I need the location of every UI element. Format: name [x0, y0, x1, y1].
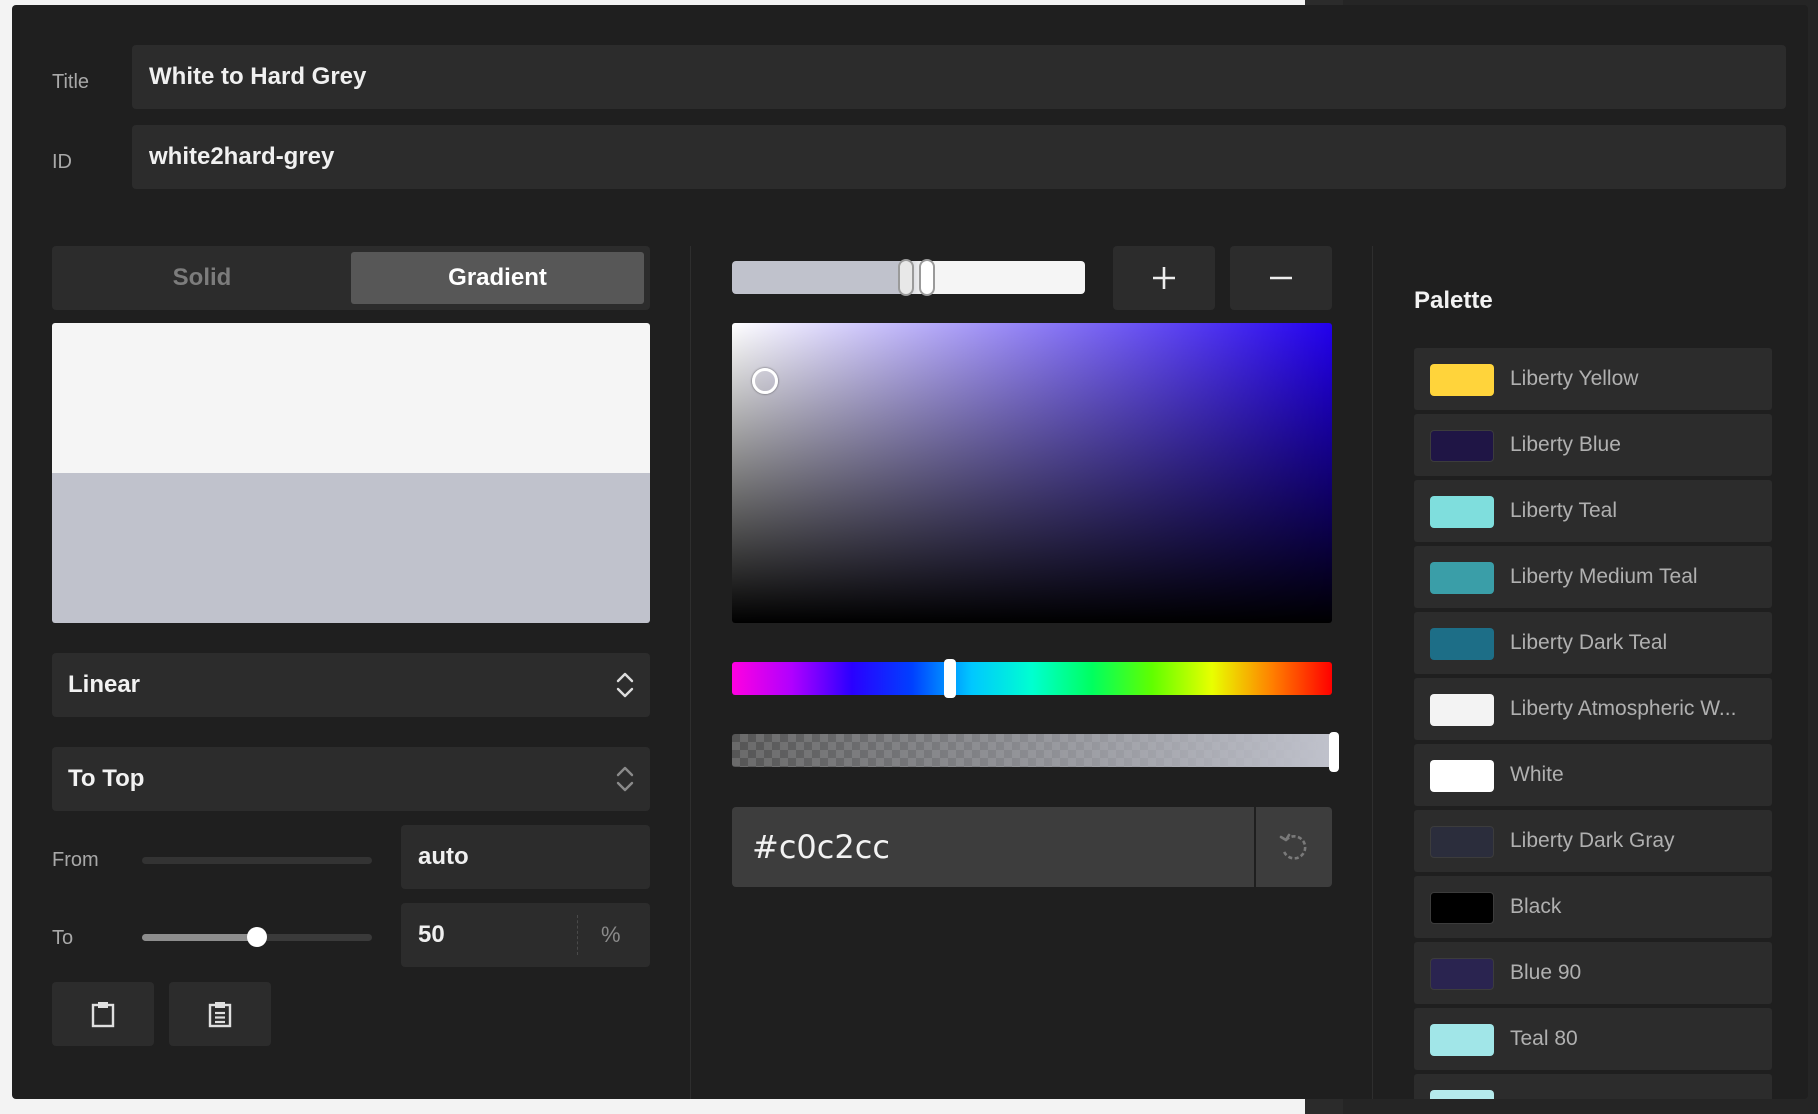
- palette-item[interactable]: Liberty Blue: [1414, 414, 1772, 476]
- preview-color-top: [52, 323, 650, 473]
- palette-item-name: Liberty Dark Gray: [1510, 829, 1675, 852]
- paste-button[interactable]: [169, 982, 271, 1046]
- palette-item-name: White: [1510, 763, 1564, 786]
- palette-item[interactable]: Liberty Teal: [1414, 480, 1772, 542]
- palette-swatch: [1430, 694, 1494, 726]
- palette-item-name: Blue 90: [1510, 961, 1582, 984]
- palette-item[interactable]: Liberty Atmospheric W...: [1414, 678, 1772, 740]
- palette-item[interactable]: Black: [1414, 876, 1772, 938]
- color-picker-cursor[interactable]: [752, 368, 778, 394]
- title-input[interactable]: White to Hard Grey: [132, 45, 1786, 109]
- reset-color-button[interactable]: [1256, 807, 1332, 887]
- from-input[interactable]: auto: [401, 825, 650, 889]
- to-unit: %: [601, 922, 621, 947]
- palette-swatch: [1430, 826, 1494, 858]
- palette-item[interactable]: Liberty Yellow: [1414, 348, 1772, 410]
- palette-item-name: Liberty Atmospheric W...: [1510, 697, 1737, 720]
- gradient-direction-select[interactable]: To Top: [52, 747, 650, 811]
- minus-icon: [1270, 276, 1292, 280]
- palette-item[interactable]: Liberty Dark Teal: [1414, 612, 1772, 674]
- from-slider[interactable]: [142, 857, 372, 864]
- plus-icon: [1153, 267, 1175, 289]
- palette-swatch: [1430, 562, 1494, 594]
- preview-color-bottom: [52, 473, 650, 623]
- alpha-gradient: [732, 734, 1332, 767]
- palette-item-name: Liberty Yellow: [1510, 367, 1639, 390]
- id-label: ID: [52, 151, 72, 173]
- remove-stop-button[interactable]: [1230, 246, 1332, 310]
- palette-swatch: [1430, 1024, 1494, 1056]
- chevron-up-down-icon: [616, 672, 634, 698]
- clipboard-list-icon: [208, 1002, 232, 1028]
- palette-item-name: Liberty Blue: [1510, 433, 1621, 456]
- fill-mode-toggle: Solid Gradient: [52, 246, 650, 310]
- palette-list: Liberty Yellow Liberty Blue Liberty Teal Li…: [1414, 348, 1772, 1099]
- palette-item-name: Liberty Dark Teal: [1510, 631, 1668, 654]
- palette-swatch: [1430, 1090, 1494, 1099]
- solid-tab[interactable]: Solid: [58, 252, 346, 304]
- palette-item[interactable]: Teal 80: [1414, 1008, 1772, 1070]
- palette-swatch: [1430, 628, 1494, 660]
- palette-item-name: Black: [1510, 895, 1562, 918]
- gradient-editor-panel: Title White to Hard Grey ID white2hard-g…: [12, 5, 1808, 1099]
- gradient-type-value: Linear: [68, 671, 141, 698]
- palette-item[interactable]: [1414, 1074, 1772, 1099]
- column-divider: [690, 246, 691, 1099]
- palette-title: Palette: [1414, 287, 1493, 314]
- gradient-stop-handle[interactable]: [919, 259, 935, 296]
- palette-swatch: [1430, 892, 1494, 924]
- alpha-slider[interactable]: [732, 734, 1332, 767]
- palette-swatch: [1430, 496, 1494, 528]
- gradient-tab[interactable]: Gradient: [351, 252, 644, 304]
- hex-input[interactable]: #c0c2cc: [732, 807, 1254, 887]
- gradient-stop-handle[interactable]: [898, 259, 914, 296]
- to-slider[interactable]: [142, 927, 372, 947]
- to-slider-thumb[interactable]: [247, 927, 267, 947]
- to-value: 50: [418, 921, 445, 948]
- to-unit-divider: [577, 915, 578, 955]
- rotate-ccw-icon: [1279, 833, 1307, 860]
- gradient-preview: [52, 323, 650, 623]
- copy-button[interactable]: [52, 982, 154, 1046]
- palette-swatch: [1430, 430, 1494, 462]
- palette-item[interactable]: Liberty Medium Teal: [1414, 546, 1772, 608]
- palette-item[interactable]: White: [1414, 744, 1772, 806]
- to-input[interactable]: 50 %: [401, 903, 650, 967]
- gradient-stops-bar[interactable]: [732, 259, 1085, 296]
- clipboard-icon: [91, 1002, 115, 1028]
- column-divider: [1372, 246, 1373, 1099]
- saturation-value-picker[interactable]: [732, 323, 1332, 623]
- chevron-up-down-icon: [616, 766, 634, 792]
- hue-slider-thumb[interactable]: [944, 659, 956, 698]
- palette-item-name: Liberty Teal: [1510, 499, 1618, 522]
- palette-item-name: Teal 80: [1510, 1027, 1578, 1050]
- from-label: From: [52, 849, 99, 871]
- palette-swatch: [1430, 760, 1494, 792]
- palette-swatch: [1430, 958, 1494, 990]
- gradient-type-select[interactable]: Linear: [52, 653, 650, 717]
- hue-slider[interactable]: [732, 659, 1332, 698]
- to-label: To: [52, 927, 74, 949]
- title-label: Title: [52, 71, 90, 93]
- gradient-direction-value: To Top: [68, 765, 145, 792]
- add-stop-button[interactable]: [1113, 246, 1215, 310]
- to-slider-fill: [142, 934, 257, 941]
- palette-item-name: Liberty Medium Teal: [1510, 565, 1698, 588]
- palette-item[interactable]: Blue 90: [1414, 942, 1772, 1004]
- palette-item[interactable]: Liberty Dark Gray: [1414, 810, 1772, 872]
- alpha-slider-thumb[interactable]: [1329, 732, 1339, 772]
- id-input[interactable]: white2hard-grey: [132, 125, 1786, 189]
- palette-swatch: [1430, 364, 1494, 396]
